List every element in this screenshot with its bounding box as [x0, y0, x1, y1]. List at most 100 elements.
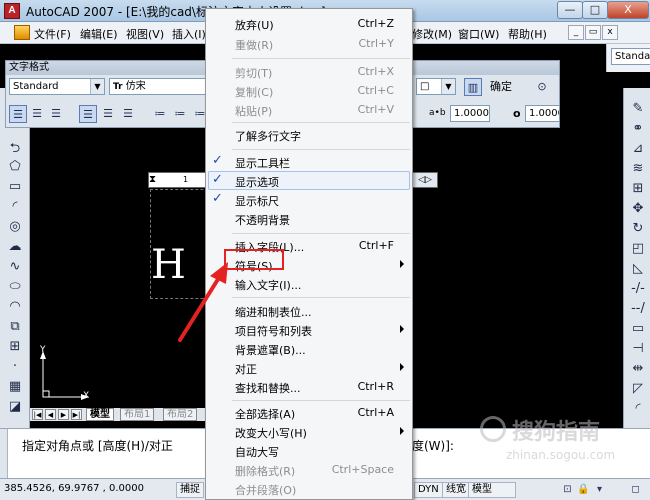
join-icon[interactable]: ⊣ [629, 340, 647, 357]
spline-icon[interactable]: ∿ [6, 258, 24, 275]
break-icon[interactable]: ▭ [629, 320, 647, 337]
menu-item-select-all[interactable]: 全部选择(A) Ctrl+A [206, 403, 412, 422]
align-justify-icon[interactable]: ☰ [79, 105, 97, 123]
arc-icon[interactable]: ◜ [6, 198, 24, 215]
stretch-icon[interactable]: ◺ [629, 260, 647, 277]
rotate-icon[interactable]: ↻ [629, 220, 647, 237]
ruler-toggle-icon[interactable]: ▥ [464, 78, 482, 96]
tab-model[interactable]: 模型 [86, 408, 114, 421]
menu-window[interactable]: 窗口(W) [458, 26, 499, 42]
insert-block-icon[interactable]: ⧉ [6, 318, 24, 335]
erase-icon[interactable]: ✎ [629, 100, 647, 117]
extend-icon[interactable]: --/ [629, 300, 647, 317]
width-factor-input[interactable]: 1.0000 [525, 105, 560, 122]
point-icon[interactable]: · [6, 358, 24, 375]
menu-edit[interactable]: 编辑(E) [80, 26, 118, 42]
snap-toggle[interactable]: 捕捉 [176, 482, 204, 498]
minimize-button[interactable]: — [557, 1, 583, 19]
menu-item-justification[interactable]: 对正 [206, 358, 412, 377]
numbered-list-icon[interactable]: ≔ [151, 105, 169, 123]
polyline-icon[interactable]: ⮌ [6, 140, 24, 157]
doc-restore-button[interactable]: ▭ [585, 25, 601, 40]
doc-close-button[interactable]: x [602, 25, 618, 40]
ruler-resize-handle[interactable]: ◁▷ [412, 172, 438, 188]
menu-item-remove-formatting[interactable]: 删除格式(R) Ctrl+Space [206, 460, 412, 479]
ellipse-arc-icon[interactable]: ◠ [6, 298, 24, 315]
chamfer-icon[interactable]: ◸ [629, 380, 647, 397]
tab-next-icon[interactable]: ▶ [58, 409, 69, 420]
close-button[interactable]: X [607, 1, 649, 19]
circle-icon[interactable]: ◎ [6, 218, 24, 235]
move-icon[interactable]: ✥ [629, 200, 647, 217]
text-style-combo[interactable]: Standa [611, 48, 650, 65]
coordinate-readout: 385.4526, 69.9767 , 0.0000 [4, 483, 144, 494]
menu-item-about-mtext[interactable]: 了解多行文字 [206, 125, 412, 144]
mirror-icon[interactable]: ⊿ [629, 140, 647, 157]
menu-file[interactable]: 文件(F) [34, 26, 71, 42]
color-select[interactable]: □ ▼ [416, 78, 456, 95]
model-space-toggle[interactable]: 模型 [468, 482, 516, 498]
maximize-button[interactable]: □ [582, 1, 608, 19]
menu-view[interactable]: 视图(V) [126, 26, 164, 42]
menu-item-show-toolbar[interactable]: ✓ 显示工具栏 [206, 152, 412, 171]
offset-icon[interactable]: ≋ [629, 160, 647, 177]
trim-icon[interactable]: -/- [629, 280, 647, 297]
menu-item-copy[interactable]: 复制(C) Ctrl+C [206, 81, 412, 100]
clean-screen-icon[interactable]: ◻ [628, 482, 643, 497]
ellipse-icon[interactable]: ⬭ [6, 278, 24, 295]
align-left-icon[interactable]: ☰ [9, 105, 27, 123]
menu-item-opaque-background[interactable]: 不透明背景 [206, 209, 412, 228]
viewport-icon[interactable]: ⊡ [560, 482, 575, 497]
align-middle-icon[interactable]: ☰ [99, 105, 117, 123]
lock-icon[interactable]: 🔒 [576, 482, 591, 497]
indent-marker-icon[interactable]: ⧗ [149, 174, 156, 185]
rectangle-icon[interactable]: ▭ [6, 178, 24, 195]
hatch-icon[interactable]: ▦ [6, 378, 24, 395]
tab-prev-icon[interactable]: ◀ [45, 409, 56, 420]
align-distribute-icon[interactable]: ☰ [119, 105, 137, 123]
menu-item-autocaps[interactable]: 自动大写 [206, 441, 412, 460]
revcloud-icon[interactable]: ☁ [6, 238, 24, 255]
lineweight-toggle[interactable]: 线宽 [442, 482, 470, 498]
ruler-tick: 1 [183, 175, 189, 184]
doc-minimize-button[interactable]: _ [568, 25, 584, 40]
font-select[interactable]: Tr 仿宋 [109, 78, 209, 95]
tray-settings-icon[interactable]: ▾ [592, 482, 607, 497]
menu-item-redo[interactable]: 重做(R) Ctrl+Y [206, 34, 412, 53]
ok-button[interactable]: 确定 [486, 78, 516, 96]
menu-item-paste[interactable]: 粘贴(P) Ctrl+V [206, 100, 412, 119]
region-icon[interactable]: ◪ [6, 398, 24, 415]
tab-last-icon[interactable]: ▶| [71, 409, 82, 420]
drawing-doc-icon[interactable] [14, 25, 30, 40]
copy-object-icon[interactable]: ⚭ [629, 120, 647, 137]
menu-item-find-replace[interactable]: 查找和替换... Ctrl+R [206, 377, 412, 396]
polygon-icon[interactable]: ⬠ [6, 158, 24, 175]
bullet-list-icon[interactable]: ≔ [171, 105, 189, 123]
align-center-icon[interactable]: ☰ [28, 105, 46, 123]
menu-item-show-options[interactable]: ✓ 显示选项 [206, 171, 412, 190]
menu-insert[interactable]: 插入(I) [172, 26, 206, 42]
tab-layout2[interactable]: 布局2 [163, 408, 198, 421]
modify-toolbar: ✎ ⚭ ⊿ ≋ ⊞ ✥ ↻ ◰ ◺ -/- --/ ▭ ⊣ ⇹ ◸ ◜ [623, 88, 650, 428]
tab-layout1[interactable]: 布局1 [120, 408, 155, 421]
array-icon[interactable]: ⊞ [629, 180, 647, 197]
tracking-input[interactable]: 1.0000 [450, 105, 490, 122]
dyn-toggle[interactable]: DYN [414, 482, 443, 498]
align-right-icon[interactable]: ☰ [47, 105, 65, 123]
make-block-icon[interactable]: ⊞ [6, 338, 24, 355]
menu-item-cut[interactable]: 剪切(T) Ctrl+X [206, 62, 412, 81]
command-window-grip[interactable] [0, 429, 8, 479]
ucs-y-label: Y [40, 345, 46, 355]
break-at-point-icon[interactable]: ⇹ [629, 360, 647, 377]
scale-icon[interactable]: ◰ [629, 240, 647, 257]
watermark-logo-icon [480, 416, 506, 442]
menu-item-combine-paragraphs[interactable]: 合并段落(O) [206, 479, 412, 498]
menu-help[interactable]: 帮助(H) [508, 26, 547, 42]
tab-first-icon[interactable]: |◀ [32, 409, 43, 420]
menu-item-change-case[interactable]: 改变大小写(H) [206, 422, 412, 441]
options-icon[interactable]: ⊙ [533, 78, 551, 96]
style-select[interactable]: Standard ▼ [9, 78, 105, 95]
menu-modify[interactable]: 修改(M) [412, 26, 452, 42]
menu-item-undo[interactable]: 放弃(U) Ctrl+Z [206, 14, 412, 33]
menu-item-show-ruler[interactable]: ✓ 显示标尺 [206, 190, 412, 209]
